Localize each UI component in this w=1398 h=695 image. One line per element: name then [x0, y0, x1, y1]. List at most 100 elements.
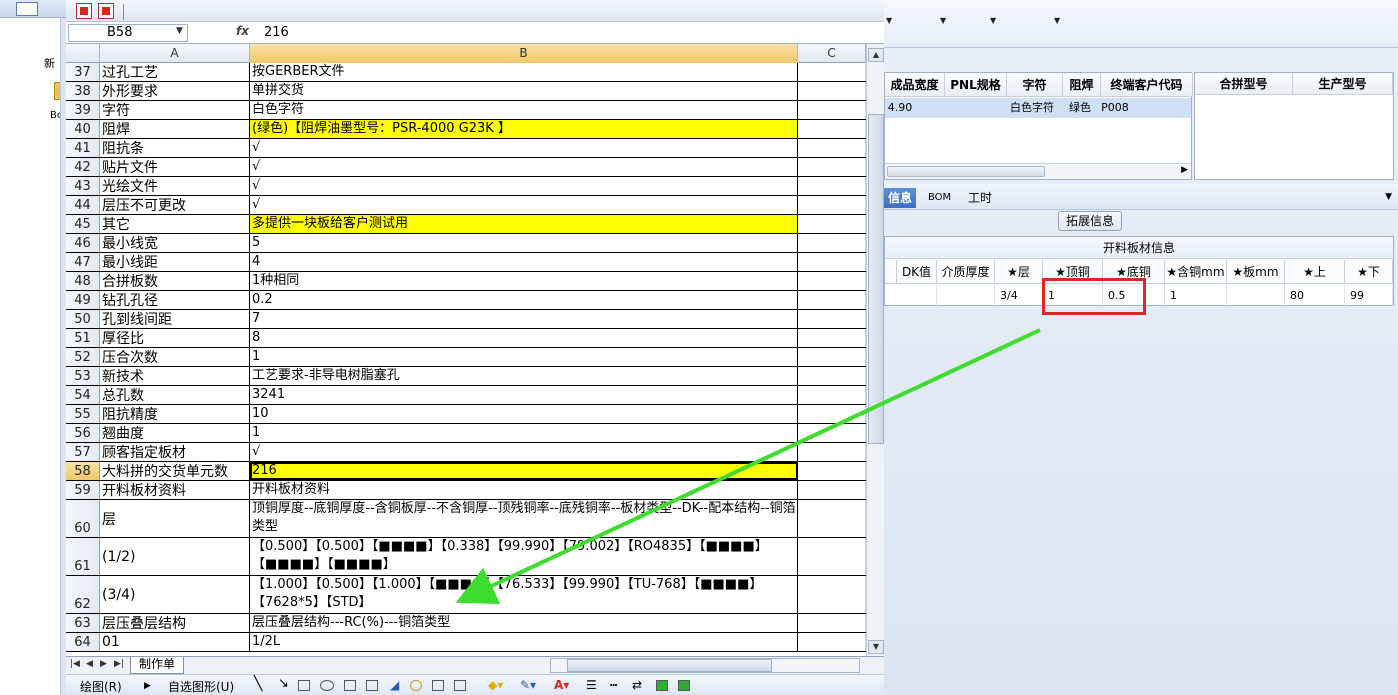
cell-a[interactable]: (1/2) [100, 538, 250, 575]
cell-c[interactable] [798, 82, 866, 100]
cell-c[interactable] [798, 234, 866, 252]
cell-b[interactable]: 【1.000】【0.500】【1.000】【■■■■】【76.533】【99.9… [250, 576, 798, 613]
cell-b[interactable]: 1/2L [250, 633, 798, 651]
name-box[interactable]: B58 [68, 24, 188, 42]
table-row[interactable]: 49 钻孔孔径 0.2 [66, 291, 866, 310]
toolbar-options-icon[interactable] [123, 4, 131, 20]
row-number[interactable]: 47 [66, 253, 100, 271]
cell-c[interactable] [798, 177, 866, 195]
cell-c[interactable] [798, 576, 866, 613]
table-row[interactable]: 54 总孔数 3241 [66, 386, 866, 405]
row-number[interactable]: 52 [66, 348, 100, 366]
table-row[interactable]: 40 阻焊 (绿色)【阻焊油墨型号：PSR-4000 G23K 】 [66, 120, 866, 139]
table-row[interactable]: 63 层压叠层结构 层压叠层结构---RC(%)---铜箔类型 [66, 614, 866, 633]
mat-cell-with-copper[interactable]: 1 [1165, 285, 1227, 306]
wordart-icon[interactable]: ◢ [390, 678, 399, 692]
table-row[interactable]: 55 阻抗精度 10 [66, 405, 866, 424]
formula-input[interactable]: 216 [262, 24, 289, 42]
cell-c[interactable] [798, 101, 866, 119]
tab-info[interactable]: 信息 [884, 188, 917, 208]
cell-a[interactable]: 过孔工艺 [100, 63, 250, 81]
scroll-down-icon[interactable]: ▼ [868, 640, 884, 654]
cell-b[interactable]: √ [250, 158, 798, 176]
table-row[interactable]: 47 最小线距 4 [66, 253, 866, 272]
rectangle-icon[interactable] [298, 680, 310, 691]
row-number[interactable]: 40 [66, 120, 100, 138]
row-number[interactable]: 64 [66, 633, 100, 651]
vertical-textbox-icon[interactable] [366, 680, 378, 691]
pdf-export-icon[interactable] [98, 3, 114, 19]
col-header-pnl[interactable]: PNL规格 [945, 73, 1007, 97]
row-number[interactable]: 38 [66, 82, 100, 100]
column-header-c[interactable]: C [798, 44, 866, 63]
table-row[interactable]: 62 (3/4) 【1.000】【0.500】【1.000】【■■■■】【76.53… [66, 576, 866, 614]
cell-b[interactable]: 3241 [250, 386, 798, 404]
cell-c[interactable] [798, 367, 866, 385]
cell-a[interactable]: 钻孔孔径 [100, 291, 250, 309]
horizontal-scrollbar[interactable] [550, 658, 860, 673]
cell-a[interactable]: 顾客指定板材 [100, 443, 250, 461]
cell-a[interactable]: 开料板材资料 [100, 481, 250, 499]
mat-header-top[interactable]: ★上 [1285, 260, 1345, 284]
table-row[interactable]: 39 字符 白色字符 [66, 101, 866, 120]
prev-sheet-icon[interactable]: ◀ [86, 659, 93, 669]
row-number[interactable]: 44 [66, 196, 100, 214]
mat-cell-thickness[interactable] [937, 285, 995, 306]
line-icon[interactable]: ╲ [254, 676, 262, 692]
extension-info-button[interactable]: 拓展信息 [1058, 211, 1122, 231]
dash-style-icon[interactable]: ┅ [610, 678, 617, 692]
sheet-tab[interactable]: 制作单 [130, 657, 184, 674]
cell-a[interactable]: 贴片文件 [100, 158, 250, 176]
table-row[interactable]: 50 孔到线间距 7 [66, 310, 866, 329]
mat-cell-board[interactable] [1227, 285, 1285, 306]
row-number[interactable]: 50 [66, 310, 100, 328]
cell-a[interactable]: 层压不可更改 [100, 196, 250, 214]
cell-b[interactable]: 层压叠层结构---RC(%)---铜箔类型 [250, 614, 798, 632]
cell-c[interactable] [798, 158, 866, 176]
row-number[interactable]: 59 [66, 481, 100, 499]
font-color-icon[interactable]: A▾ [554, 678, 569, 692]
cell-b[interactable]: 多提供一块板给客户测试用 [250, 215, 798, 233]
arrow-style-icon[interactable]: ⇄ [632, 678, 642, 692]
row-number[interactable]: 57 [66, 443, 100, 461]
cell-c[interactable] [798, 500, 866, 537]
window-icon[interactable] [16, 2, 38, 16]
row-number[interactable]: 49 [66, 291, 100, 309]
cell-c[interactable] [798, 424, 866, 442]
cell-a[interactable]: 其它 [100, 215, 250, 233]
table-row[interactable]: 46 最小线宽 5 [66, 234, 866, 253]
table-row[interactable]: 53 新技术 工艺要求-非导电树脂塞孔 [66, 367, 866, 386]
shadow-icon[interactable] [656, 680, 668, 691]
row-number[interactable]: 56 [66, 424, 100, 442]
mat-header-layer[interactable]: ★层 [995, 260, 1043, 284]
table-row[interactable]: 64 01 1/2L [66, 633, 866, 652]
table-row[interactable]: 59 开料板材资料 开料板材资料 [66, 481, 866, 500]
col-header-production-model[interactable]: 生产型号 [1293, 73, 1393, 95]
row-number[interactable]: 51 [66, 329, 100, 347]
cell-a[interactable]: 阻抗精度 [100, 405, 250, 423]
row-number[interactable]: 41 [66, 139, 100, 157]
dropdown-icon[interactable]: ▼ [940, 16, 946, 25]
row-number[interactable]: 58 [66, 462, 100, 480]
scroll-thumb[interactable] [868, 114, 884, 444]
picture-icon[interactable] [454, 680, 466, 691]
col-header-char[interactable]: 字符 [1007, 73, 1063, 97]
scroll-right-icon[interactable]: ▶ [1181, 165, 1188, 175]
cell-a[interactable]: 阻焊 [100, 120, 250, 138]
cell-b[interactable]: 工艺要求-非导电树脂塞孔 [250, 367, 798, 385]
mat-header-thickness[interactable]: 介质厚度 [937, 260, 995, 284]
table-row[interactable]: 58 大料拼的交货单元数 216 [66, 462, 866, 481]
cell-a[interactable]: 厚径比 [100, 329, 250, 347]
vertical-scrollbar[interactable]: ▲ ▼ [866, 44, 884, 656]
column-header-b[interactable]: B [250, 44, 798, 63]
dropdown-icon[interactable]: ▼ [886, 16, 892, 25]
arrow-icon[interactable]: ↘ [278, 676, 289, 691]
cell-a[interactable]: 最小线宽 [100, 234, 250, 252]
cell-b[interactable]: 5 [250, 234, 798, 252]
row-number[interactable]: 62 [66, 576, 100, 613]
cell-b[interactable]: 0.2 [250, 291, 798, 309]
cell-c[interactable] [798, 215, 866, 233]
cell-c[interactable] [798, 272, 866, 290]
spreadsheet-grid[interactable]: A B C 37 过孔工艺 按GERBER文件 38 外形要求 单拼交货 39 字符 白色字符 4… [66, 44, 866, 656]
textbox-icon[interactable] [344, 680, 356, 691]
